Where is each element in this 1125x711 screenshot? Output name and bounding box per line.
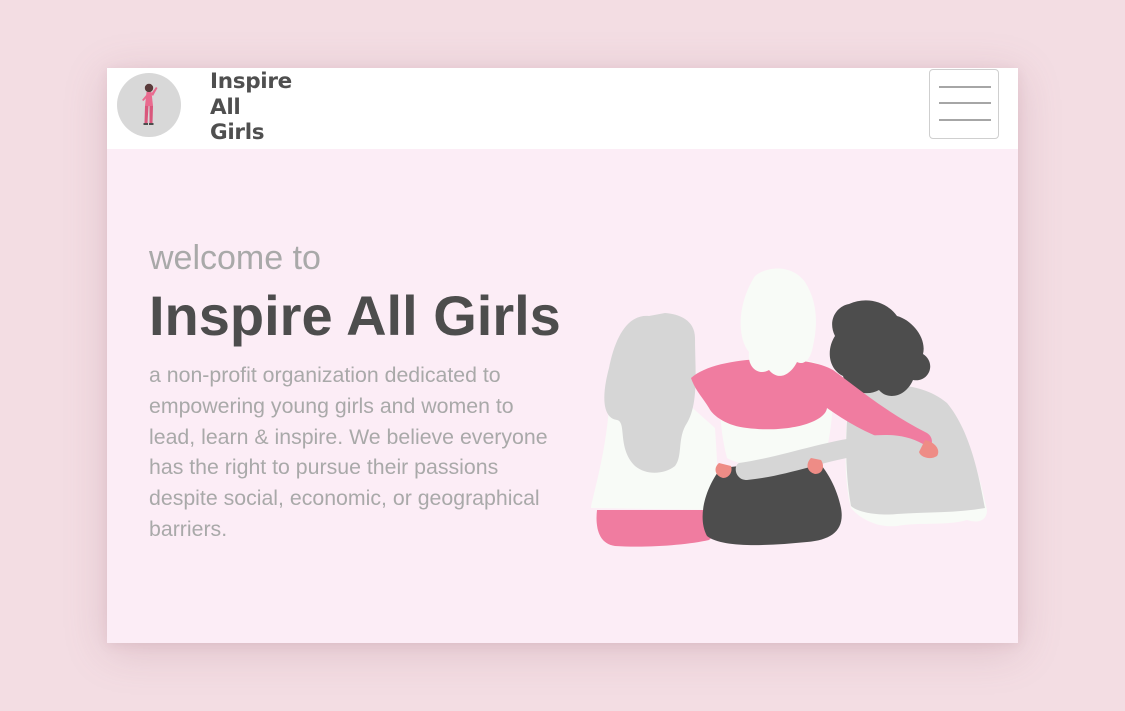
app-window: Inspire All Girls welcome to Inspire All… [107, 68, 1018, 643]
menu-icon-bar [939, 86, 991, 88]
three-girls-hugging-illustration [591, 268, 987, 547]
welcome-text: welcome to [149, 239, 321, 277]
brand-name[interactable]: Inspire All Girls [210, 69, 292, 146]
hero-description: a non-profit organization dedicated to e… [149, 363, 548, 541]
brand-line-2: All [210, 94, 241, 120]
girl-figure-icon [142, 83, 158, 125]
hero-title: Inspire All Girls [149, 284, 561, 347]
brand-line-3: Girls [210, 120, 265, 145]
brand-line-1: Inspire [210, 69, 292, 94]
menu-icon-bar [939, 119, 991, 121]
hero-section: welcome to Inspire All Girls a non-profi… [149, 238, 589, 545]
menu-icon-bar [939, 102, 991, 104]
navbar: Inspire All Girls [107, 68, 1018, 149]
hamburger-menu-button[interactable] [929, 69, 999, 139]
logo[interactable] [117, 73, 181, 137]
